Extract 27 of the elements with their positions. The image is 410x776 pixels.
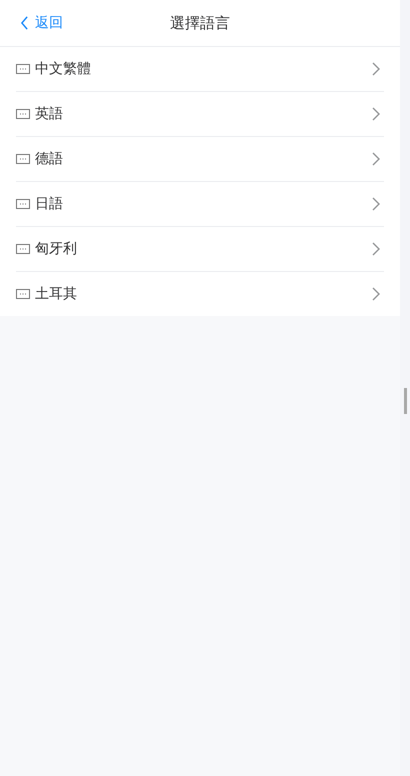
back-button[interactable]: 返回 xyxy=(20,14,63,32)
language-item[interactable]: 日語 xyxy=(16,182,384,227)
language-label: 英語 xyxy=(35,105,64,123)
chevron-right-icon xyxy=(372,197,380,211)
page-title: 選擇語言 xyxy=(170,14,230,32)
language-item[interactable]: 中文繁體 xyxy=(16,47,384,92)
scrollbar-thumb[interactable] xyxy=(404,388,406,414)
keyboard-icon xyxy=(16,244,30,254)
language-label: 日語 xyxy=(35,195,64,213)
keyboard-icon xyxy=(16,199,30,209)
language-label: 中文繁體 xyxy=(35,60,92,78)
chevron-right-icon xyxy=(372,107,380,121)
language-item[interactable]: 土耳其 xyxy=(16,272,384,316)
chevron-right-icon xyxy=(372,242,380,256)
language-item[interactable]: 英語 xyxy=(16,92,384,137)
chevron-right-icon xyxy=(372,287,380,301)
keyboard-icon xyxy=(16,109,30,119)
language-item[interactable]: 匈牙利 xyxy=(16,227,384,272)
language-label: 土耳其 xyxy=(35,285,78,303)
chevron-right-icon xyxy=(372,152,380,166)
language-label: 匈牙利 xyxy=(35,240,78,258)
keyboard-icon xyxy=(16,154,30,164)
language-label: 德語 xyxy=(35,150,64,168)
keyboard-icon xyxy=(16,289,30,299)
keyboard-icon xyxy=(16,64,30,74)
chevron-right-icon xyxy=(372,62,380,76)
language-item[interactable]: 德語 xyxy=(16,137,384,182)
